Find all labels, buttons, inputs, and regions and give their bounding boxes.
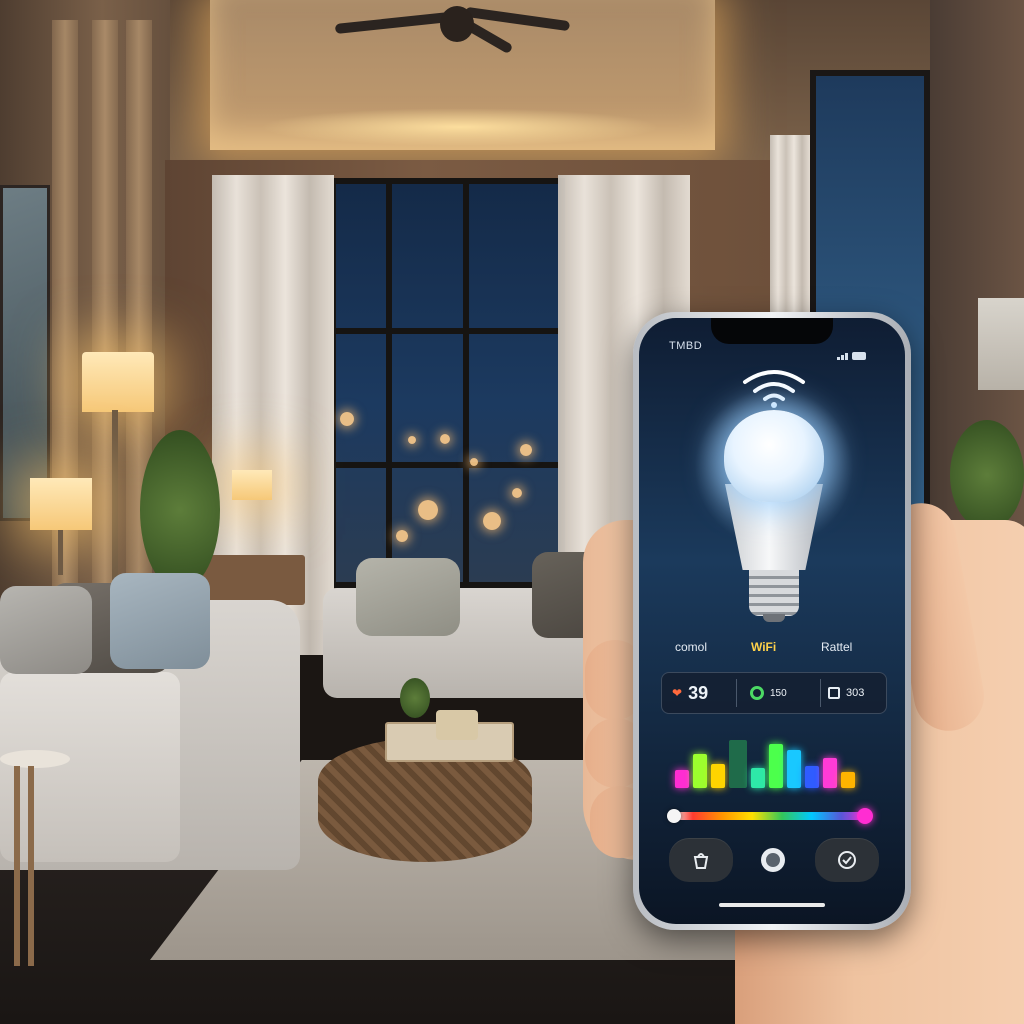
ceiling-fan xyxy=(440,6,474,42)
city-light xyxy=(340,412,354,426)
stats-bar: ❤ 39 150 303 xyxy=(661,672,887,714)
city-light xyxy=(483,512,501,530)
check-icon xyxy=(838,851,856,869)
tab-rattel[interactable]: Rattel xyxy=(821,640,852,654)
divider xyxy=(820,679,821,707)
floor-lamp xyxy=(82,352,154,412)
city-light xyxy=(418,500,438,520)
eq-bar xyxy=(693,754,707,788)
side-table xyxy=(0,750,70,768)
eq-bar xyxy=(787,750,801,788)
lamp-pole xyxy=(58,530,63,575)
eq-bar xyxy=(711,764,725,788)
eq-bar xyxy=(729,740,747,788)
carrier-label: TMBD xyxy=(669,340,703,352)
city-light xyxy=(520,444,532,456)
table-lamp xyxy=(30,478,92,530)
tab-wifi[interactable]: WiFi xyxy=(751,640,776,654)
smartphone: TMBD comol WiFi Rattel ❤ 39 150 303 xyxy=(633,312,911,930)
living-room-scene: TMBD comol WiFi Rattel ❤ 39 150 303 xyxy=(0,0,1024,1024)
city-light xyxy=(512,488,522,498)
window-frame xyxy=(330,462,565,468)
eq-bar xyxy=(769,744,783,788)
small-plant xyxy=(400,678,430,718)
tab-control[interactable]: comol xyxy=(675,640,707,654)
pillow xyxy=(0,586,92,674)
slider-handle-start[interactable] xyxy=(667,809,681,823)
window-frame xyxy=(330,328,565,334)
bulb-base xyxy=(749,570,799,616)
table-lamp xyxy=(232,470,272,500)
slider-handle-end[interactable] xyxy=(857,808,873,824)
brightness-stat[interactable]: ❤ 39 xyxy=(672,673,732,713)
wall-panel xyxy=(52,20,78,640)
eq-bar xyxy=(841,772,855,788)
pillow xyxy=(356,558,460,636)
lamp-pole xyxy=(112,410,118,580)
curtain-far xyxy=(770,135,810,315)
power-icon xyxy=(750,686,764,700)
table-leg xyxy=(14,766,20,966)
record-button[interactable] xyxy=(741,838,805,882)
city-light xyxy=(440,434,450,444)
lightbulb-icon xyxy=(724,410,824,502)
home-indicator[interactable] xyxy=(719,903,825,907)
color-slider[interactable] xyxy=(673,812,871,820)
eq-bar xyxy=(805,766,819,788)
console-table xyxy=(195,555,305,605)
eq-bar xyxy=(751,768,765,788)
divider xyxy=(736,679,737,707)
bulb-tip xyxy=(763,614,785,622)
schedule-stat[interactable]: 303 xyxy=(828,673,886,713)
check-button[interactable] xyxy=(815,838,879,882)
city-light xyxy=(396,530,408,542)
eq-bar xyxy=(823,758,837,788)
power-stat[interactable]: 150 xyxy=(750,673,814,713)
night-window xyxy=(330,178,565,588)
calendar-icon xyxy=(828,687,840,699)
city-light xyxy=(408,436,416,444)
table-leg xyxy=(28,766,34,966)
brightness-value: 39 xyxy=(688,682,709,703)
window-frame xyxy=(463,178,469,588)
window-frame xyxy=(386,178,392,588)
plant xyxy=(950,420,1024,530)
record-icon xyxy=(761,848,785,872)
heart-icon: ❤ xyxy=(672,686,683,700)
plant xyxy=(140,430,220,590)
candle xyxy=(436,710,478,740)
bucket-icon xyxy=(693,853,709,869)
wall-art xyxy=(0,185,50,521)
schedule-value: 303 xyxy=(846,687,865,699)
phone-notch xyxy=(711,318,833,344)
cove-light-glow xyxy=(260,108,660,146)
bucket-button[interactable] xyxy=(669,838,733,882)
signal-icon xyxy=(837,342,879,360)
eq-bar xyxy=(675,770,689,788)
phone-screen: TMBD comol WiFi Rattel ❤ 39 150 303 xyxy=(639,318,905,924)
power-value: 150 xyxy=(770,687,787,699)
city-light xyxy=(470,458,478,466)
color-equalizer xyxy=(675,728,871,788)
pillow xyxy=(110,573,210,669)
wall-lamp xyxy=(978,298,1024,390)
